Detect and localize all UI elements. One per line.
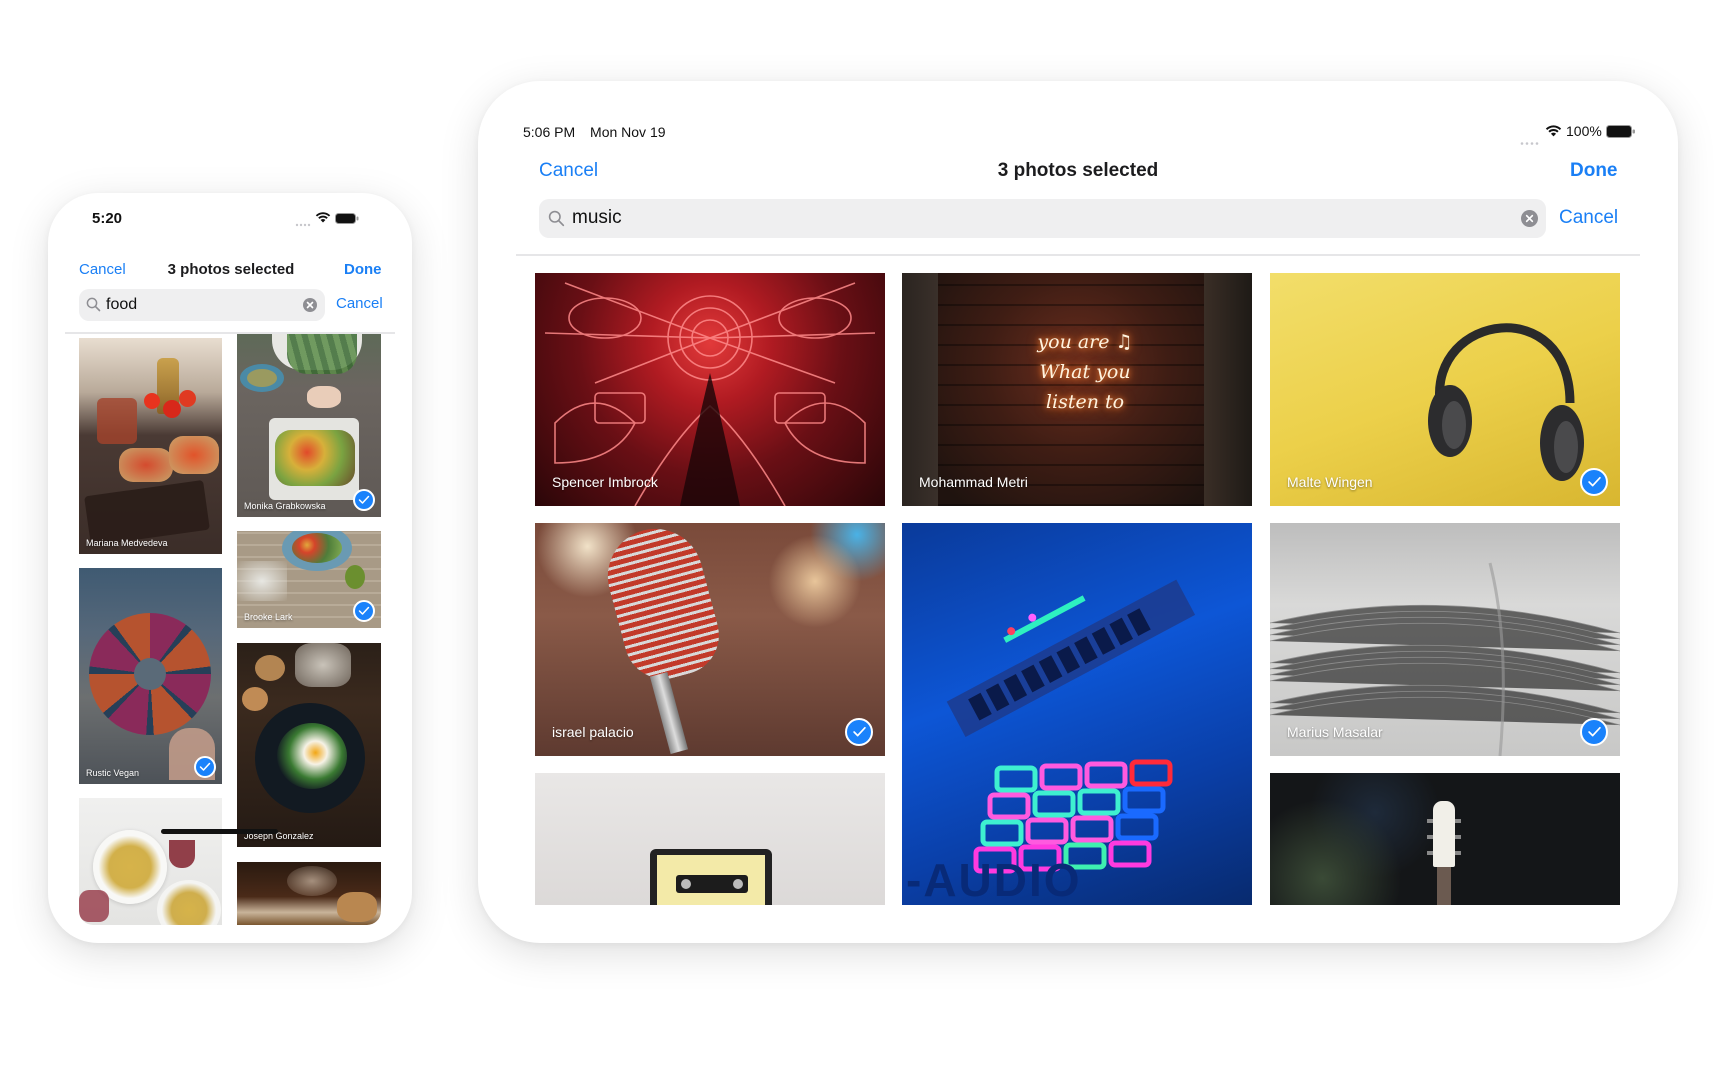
- signal-dots-icon: [295, 215, 313, 233]
- wifi-icon: [1545, 124, 1562, 142]
- neon-line-2: What you listen to: [1039, 361, 1131, 413]
- photo-caption: Malte Wingen: [1287, 474, 1373, 490]
- page-title: 3 photos selected: [997, 160, 1159, 181]
- clear-search-button[interactable]: [1521, 210, 1538, 227]
- wifi-icon: [315, 210, 331, 228]
- status-date: Mon Nov 19: [590, 124, 666, 140]
- neon-sign-text: you are ♫ What you listen to: [1010, 327, 1160, 417]
- photo-caption: Monika Grabkowska: [244, 501, 326, 511]
- pad-brand-text: -AUDIO: [906, 854, 1082, 905]
- iphone-device: 5:20 Cancel 3 photos selected Done food …: [48, 193, 412, 943]
- selected-checkmark-icon: [353, 489, 375, 511]
- search-cancel-button[interactable]: Cancel: [1559, 207, 1618, 229]
- photo-tile[interactable]: you are ♫ What you listen to Mohammad Me…: [902, 273, 1252, 506]
- close-icon: [1525, 214, 1534, 223]
- midi-controller-art: [946, 579, 1196, 874]
- photo-tile[interactable]: Spencer Imbrock: [535, 273, 885, 506]
- done-button[interactable]: Done: [344, 261, 382, 278]
- photo-tile[interactable]: [79, 798, 222, 925]
- battery-percent: 100%: [1566, 123, 1602, 139]
- photo-tile[interactable]: Joseph Gonzalez: [237, 643, 381, 847]
- photo-caption: Marius Masalar: [1287, 724, 1383, 740]
- clear-search-button[interactable]: [303, 298, 317, 312]
- search-field[interactable]: food: [79, 289, 325, 321]
- photo-caption: Rustic Vegan: [86, 768, 140, 778]
- search-field[interactable]: music: [539, 199, 1546, 238]
- neon-instruments-art: [544, 282, 876, 506]
- done-button[interactable]: Done: [1570, 160, 1618, 182]
- status-time: 5:06 PM: [523, 124, 576, 140]
- status-time: 5:20: [92, 210, 123, 227]
- cancel-button[interactable]: Cancel: [539, 160, 598, 182]
- ipad-device: 5:06 PM Mon Nov 19 100% Cancel 3 photos …: [478, 81, 1678, 943]
- battery-icon: [335, 211, 359, 229]
- photo-caption: Spencer Imbrock: [552, 474, 658, 490]
- photo-caption: Brooke Lark: [244, 612, 293, 622]
- signal-dots-icon: [1520, 133, 1540, 151]
- selected-checkmark-icon: [353, 600, 375, 622]
- photo-tile[interactable]: Marius Masalar: [1270, 523, 1620, 756]
- photo-tile[interactable]: Mariana Medvedeva: [79, 338, 222, 554]
- photo-tile[interactable]: Rustic Vegan: [79, 568, 222, 784]
- home-indicator[interactable]: [161, 829, 278, 834]
- selected-checkmark-icon: [1580, 468, 1608, 496]
- divider: [516, 254, 1640, 256]
- search-input[interactable]: food: [106, 296, 137, 314]
- photo-caption: israel palacio: [552, 724, 634, 740]
- photo-tile[interactable]: Brooke Lark: [237, 531, 381, 628]
- photo-tile[interactable]: israel palacio: [535, 523, 885, 756]
- search-icon: [548, 210, 565, 232]
- cancel-button[interactable]: Cancel: [79, 261, 126, 278]
- sheet-music-art: [1270, 562, 1620, 756]
- selected-checkmark-icon: [845, 718, 873, 746]
- headphones-art: [1428, 323, 1584, 481]
- photo-tile[interactable]: [1270, 773, 1620, 905]
- search-icon: [86, 297, 101, 317]
- selected-checkmark-icon: [194, 756, 216, 778]
- close-icon: [306, 301, 314, 309]
- search-cancel-button[interactable]: Cancel: [336, 295, 383, 312]
- photo-tile[interactable]: Malte Wingen: [1270, 273, 1620, 506]
- photo-tile[interactable]: [237, 862, 381, 925]
- selected-checkmark-icon: [1580, 718, 1608, 746]
- page-title: 3 photos selected: [167, 261, 295, 278]
- neon-line-1: you are ♫: [1037, 331, 1133, 353]
- photo-tile[interactable]: Monika Grabkowska: [237, 334, 381, 517]
- battery-icon: [1606, 125, 1636, 143]
- photo-caption: Mohammad Metri: [919, 474, 1028, 490]
- status-bar-left: 5:06 PM Mon Nov 19: [523, 124, 666, 140]
- photo-tile[interactable]: [535, 773, 885, 905]
- photo-caption: Mariana Medvedeva: [86, 538, 168, 548]
- search-input[interactable]: music: [572, 207, 622, 229]
- photo-tile[interactable]: -AUDIO: [902, 523, 1252, 905]
